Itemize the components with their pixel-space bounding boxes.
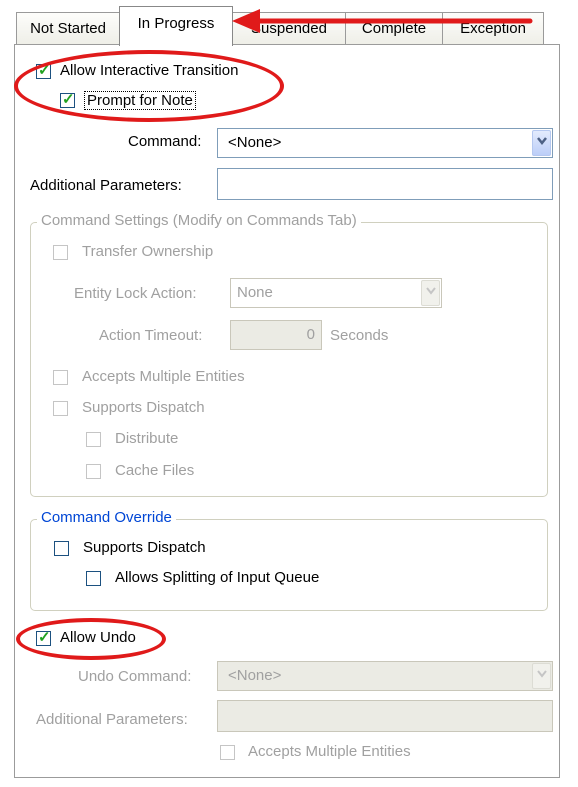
undo-accepts-multiple-entities-checkbox[interactable] [220, 745, 235, 760]
action-timeout-value: 0 [306, 326, 315, 343]
command-label: Command: [128, 133, 202, 150]
command-value: <None> [228, 134, 282, 151]
supports-dispatch-label: Supports Dispatch [82, 399, 205, 416]
undo-command-select[interactable]: <None> [217, 661, 553, 691]
action-timeout-input[interactable]: 0 [230, 320, 322, 350]
accepts-multiple-entities-label: Accepts Multiple Entities [82, 368, 245, 385]
command-select[interactable]: <None> [217, 128, 553, 158]
additional-parameters-label: Additional Parameters: [30, 177, 182, 194]
action-timeout-label: Action Timeout: [99, 327, 203, 344]
distribute-label: Distribute [115, 430, 179, 447]
accepts-multiple-entities-checkbox[interactable] [53, 370, 68, 385]
entity-lock-action-label: Entity Lock Action: [74, 285, 197, 302]
undo-accepts-multiple-entities-label: Accepts Multiple Entities [248, 743, 411, 760]
chevron-down-icon [537, 137, 547, 145]
dropdown-button[interactable] [532, 663, 551, 689]
tab-label: In Progress [137, 15, 215, 32]
additional-parameters-input[interactable] [217, 168, 553, 200]
chevron-down-icon [426, 287, 436, 295]
override-supports-dispatch-checkbox[interactable] [54, 541, 69, 556]
action-timeout-unit: Seconds [330, 327, 389, 344]
chevron-down-icon [537, 670, 547, 678]
cache-files-checkbox[interactable] [86, 464, 101, 479]
tab-not-started[interactable]: Not Started [16, 12, 120, 44]
command-override-group [30, 519, 548, 611]
entity-lock-action-value: None [237, 284, 273, 301]
undo-additional-parameters-label: Additional Parameters: [36, 711, 188, 728]
cache-files-label: Cache Files [115, 462, 195, 479]
supports-dispatch-checkbox[interactable] [53, 401, 68, 416]
dropdown-button[interactable] [421, 280, 440, 306]
annotation-circle [14, 50, 284, 122]
dropdown-button[interactable] [532, 130, 551, 156]
annotation-arrow [232, 9, 533, 33]
undo-additional-parameters-input[interactable] [217, 700, 553, 732]
transfer-ownership-checkbox[interactable] [53, 245, 68, 260]
command-override-title: Command Override [37, 509, 176, 526]
allows-splitting-label: Allows Splitting of Input Queue [115, 569, 320, 586]
distribute-checkbox[interactable] [86, 432, 101, 447]
undo-command-value: <None> [228, 667, 282, 684]
override-supports-dispatch-label: Supports Dispatch [83, 539, 206, 556]
entity-lock-action-select[interactable]: None [230, 278, 442, 308]
command-settings-group [30, 222, 548, 497]
allows-splitting-checkbox[interactable] [86, 571, 101, 586]
tab-label: Not Started [30, 20, 106, 37]
command-settings-title: Command Settings (Modify on Commands Tab… [37, 212, 361, 229]
tab-in-progress[interactable]: In Progress [119, 6, 233, 46]
transfer-ownership-label: Transfer Ownership [82, 243, 214, 260]
annotation-circle [16, 618, 166, 660]
undo-command-label: Undo Command: [78, 668, 192, 685]
